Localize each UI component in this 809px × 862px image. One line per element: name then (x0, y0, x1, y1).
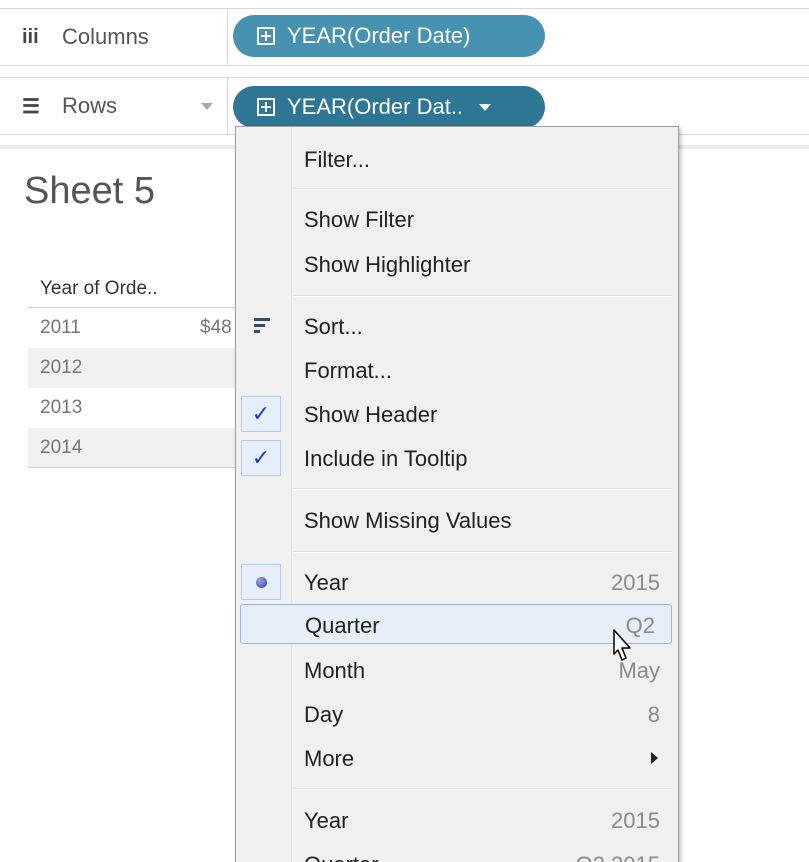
menu-item-label: Month (304, 658, 366, 683)
menu-item-label: Include in Tooltip (304, 446, 468, 471)
menu-item-value: 8 (647, 702, 660, 727)
menu-item-show-header[interactable]: ✓ Show Header (236, 394, 678, 434)
menu-item-label: Show Missing Values (304, 508, 512, 533)
expand-plus-icon[interactable] (257, 98, 275, 116)
columns-pill-label: YEAR(Order Date) (287, 23, 471, 48)
data-table: Year of Orde.. 2011 $48 2012 2013 2014 (28, 270, 238, 468)
menu-item-label: Quarter (304, 852, 379, 862)
menu-item-show-missing-values[interactable]: Show Missing Values (236, 500, 678, 540)
menu-item-filter[interactable]: Filter... (236, 139, 678, 179)
columns-label-text: Columns (62, 24, 149, 49)
menu-separator (294, 551, 672, 553)
menu-item-value: 2015 (611, 808, 660, 833)
menu-item-value: 2015 (611, 570, 660, 595)
pill-context-menu: Filter... Show Filter Show Highlighter S… (235, 126, 679, 862)
menu-item-more[interactable]: More (236, 738, 678, 778)
rows-shelf-dropdown-icon[interactable] (201, 103, 213, 110)
menu-item-value: Q2 2015 (576, 852, 660, 862)
menu-item-label: More (304, 746, 355, 771)
columns-shelf-label: iii Columns (0, 9, 228, 65)
sort-icon (254, 318, 270, 336)
menu-item-label: Quarter (305, 613, 380, 638)
menu-item-label: Sort... (304, 314, 363, 339)
menu-item-label: Show Filter (304, 207, 415, 232)
menu-item-label: Year (304, 808, 349, 833)
menu-item-quarter-continuous[interactable]: Quarter Q2 2015 (236, 844, 678, 862)
menu-item-show-filter[interactable]: Show Filter (236, 199, 678, 239)
rows-label-text: Rows (62, 93, 118, 118)
row-year: 2014 (40, 437, 83, 458)
row-year: 2011 (40, 317, 81, 338)
menu-separator (294, 188, 672, 190)
menu-item-label: Show Header (304, 402, 438, 427)
menu-item-sort[interactable]: Sort... (236, 306, 678, 346)
columns-pill-year-order-date[interactable]: YEAR(Order Date) (233, 15, 545, 57)
menu-item-label: Format... (304, 358, 393, 383)
menu-item-label: Day (304, 702, 344, 727)
columns-icon: iii (22, 25, 39, 48)
table-row[interactable]: 2014 (28, 428, 238, 468)
menu-item-day[interactable]: Day 8 (236, 694, 678, 734)
pill-dropdown-icon[interactable] (479, 103, 492, 111)
menu-separator (294, 788, 672, 790)
table-row[interactable]: 2013 (28, 388, 238, 428)
menu-item-show-highlighter[interactable]: Show Highlighter (236, 244, 678, 284)
menu-separator (294, 295, 672, 297)
menu-separator (294, 488, 672, 490)
rows-pill-year-order-date[interactable]: YEAR(Order Dat.. (233, 86, 545, 128)
table-row[interactable]: 2011 $48 (28, 308, 238, 348)
rows-shelf-label: ☰ Rows (0, 78, 228, 134)
row-year: 2013 (40, 397, 83, 418)
rows-icon: ☰ (22, 95, 40, 118)
submenu-arrow-icon (651, 752, 658, 764)
menu-item-year[interactable]: Year 2015 (236, 562, 678, 602)
checkmark-icon: ✓ (241, 440, 281, 476)
expand-plus-icon[interactable] (257, 27, 275, 45)
menu-item-year-continuous[interactable]: Year 2015 (236, 800, 678, 840)
row-value: $48 (200, 317, 232, 338)
menu-item-label: Filter... (304, 147, 371, 172)
menu-item-format[interactable]: Format... (236, 350, 678, 390)
row-year: 2012 (40, 357, 83, 378)
menu-item-label: Show Highlighter (304, 252, 471, 277)
menu-item-include-in-tooltip[interactable]: ✓ Include in Tooltip (236, 438, 678, 478)
table-header: Year of Orde.. (28, 270, 238, 308)
radio-selected-icon (241, 564, 281, 600)
rows-pill-label: YEAR(Order Dat.. (287, 94, 464, 119)
menu-item-label: Year (304, 570, 349, 595)
mouse-cursor-icon (613, 629, 631, 661)
sheet-title: Sheet 5 (24, 170, 155, 212)
checkmark-icon: ✓ (241, 396, 281, 432)
table-row[interactable]: 2012 (28, 348, 238, 388)
